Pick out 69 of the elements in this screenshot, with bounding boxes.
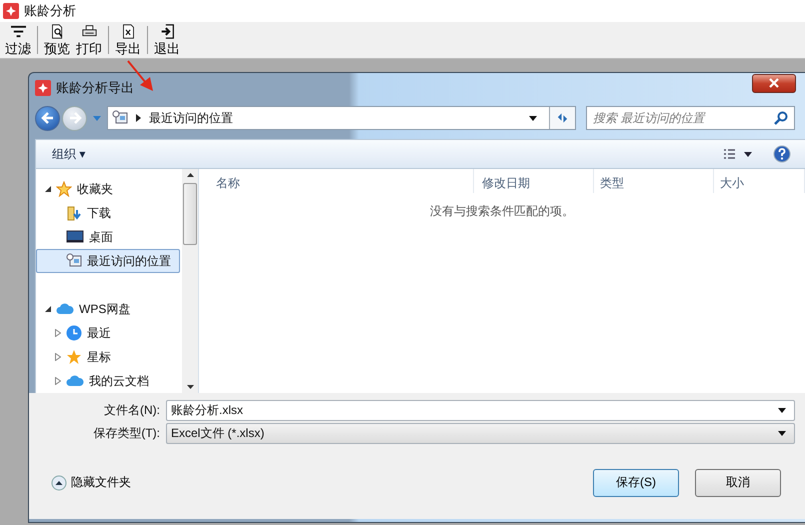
dropdown-caret-icon — [778, 431, 786, 436]
clock-icon — [66, 325, 82, 341]
address-bar[interactable]: 最近访问的位置 — [107, 106, 576, 130]
close-button[interactable] — [752, 74, 796, 92]
help-icon — [773, 145, 791, 163]
organize-menu[interactable]: 组织 ▾ — [46, 144, 92, 164]
scroll-up-icon — [186, 173, 194, 177]
dialog-title: 账龄分析导出 — [56, 79, 134, 97]
collapsed-triangle-icon — [55, 353, 61, 361]
refresh-icon — [556, 111, 569, 125]
exit-icon — [158, 24, 176, 39]
tree-item[interactable]: 最近访问的位置 — [36, 249, 180, 273]
cancel-button[interactable]: 取消 — [695, 468, 781, 496]
print-button[interactable]: 打印 — [73, 22, 105, 58]
empty-message: 没有与搜索条件匹配的项。 — [429, 203, 575, 220]
column-header[interactable]: 修改日期 — [474, 169, 594, 193]
close-icon — [769, 78, 779, 88]
scrollbar[interactable] — [182, 169, 198, 393]
tree-item[interactable]: 我的云文档 — [36, 369, 180, 393]
app-title: 账龄分析 — [24, 2, 76, 20]
search-field[interactable]: 搜索 最近访问的位置 — [586, 106, 795, 130]
star-icon — [66, 349, 82, 365]
back-button[interactable] — [35, 106, 60, 130]
forward-arrow-icon — [68, 111, 82, 125]
file-type-label: 保存类型(T): — [92, 425, 161, 442]
export-button[interactable]: 导出 — [112, 22, 144, 58]
recent-places-icon — [66, 253, 82, 269]
tree-item[interactable]: 收藏夹 — [36, 177, 180, 201]
collapse-circle-icon — [51, 474, 67, 490]
dropdown-caret-icon — [93, 116, 101, 120]
cloud-icon — [56, 303, 74, 315]
dropdown-caret-icon — [778, 408, 786, 413]
filter-button[interactable]: 过滤 — [2, 22, 34, 58]
address-location: 最近访问的位置 — [149, 110, 233, 126]
help-button[interactable] — [773, 145, 791, 163]
download-folder-icon — [66, 205, 82, 221]
tree-item[interactable]: 下载 — [36, 201, 180, 225]
dropdown-caret-icon — [529, 116, 537, 120]
tree-item[interactable]: WPS网盘 — [36, 297, 180, 321]
cloud-icon — [66, 375, 84, 387]
refresh-button[interactable] — [549, 107, 575, 129]
app-logo-icon — [35, 80, 51, 96]
hide-folders-button[interactable]: 隐藏文件夹 — [45, 473, 137, 492]
file-type-dropdown[interactable]: Excel文件 (*.xlsx) — [166, 423, 795, 444]
column-header[interactable]: 名称 — [199, 169, 474, 193]
preview-button[interactable]: 预览 — [41, 22, 73, 58]
search-icon — [774, 111, 788, 125]
recent-places-icon — [112, 110, 128, 126]
star-icon — [56, 181, 72, 197]
save-button[interactable]: 保存(S) — [593, 468, 679, 496]
tree-item[interactable]: 桌面 — [36, 225, 180, 249]
details-view-icon — [723, 148, 753, 160]
app-logo-icon — [3, 3, 19, 19]
collapsed-triangle-icon — [55, 377, 61, 385]
breadcrumb-arrow-icon — [136, 114, 141, 122]
scrollbar-thumb[interactable] — [183, 183, 197, 245]
filename-field[interactable]: 账龄分析.xlsx — [166, 400, 795, 421]
column-header[interactable]: 大小 — [714, 169, 805, 193]
back-arrow-icon — [40, 111, 54, 125]
desktop-icon — [66, 230, 84, 244]
exit-button[interactable]: 退出 — [151, 22, 183, 58]
tree-item[interactable]: 最近 — [36, 321, 180, 345]
scroll-down-icon — [186, 385, 194, 389]
printer-icon — [80, 24, 98, 39]
collapsed-triangle-icon — [55, 329, 61, 337]
filter-icon — [10, 24, 26, 39]
column-header[interactable]: 类型 — [594, 169, 714, 193]
filename-label: 文件名(N): — [103, 402, 161, 419]
tree-item[interactable]: 星标 — [36, 345, 180, 369]
